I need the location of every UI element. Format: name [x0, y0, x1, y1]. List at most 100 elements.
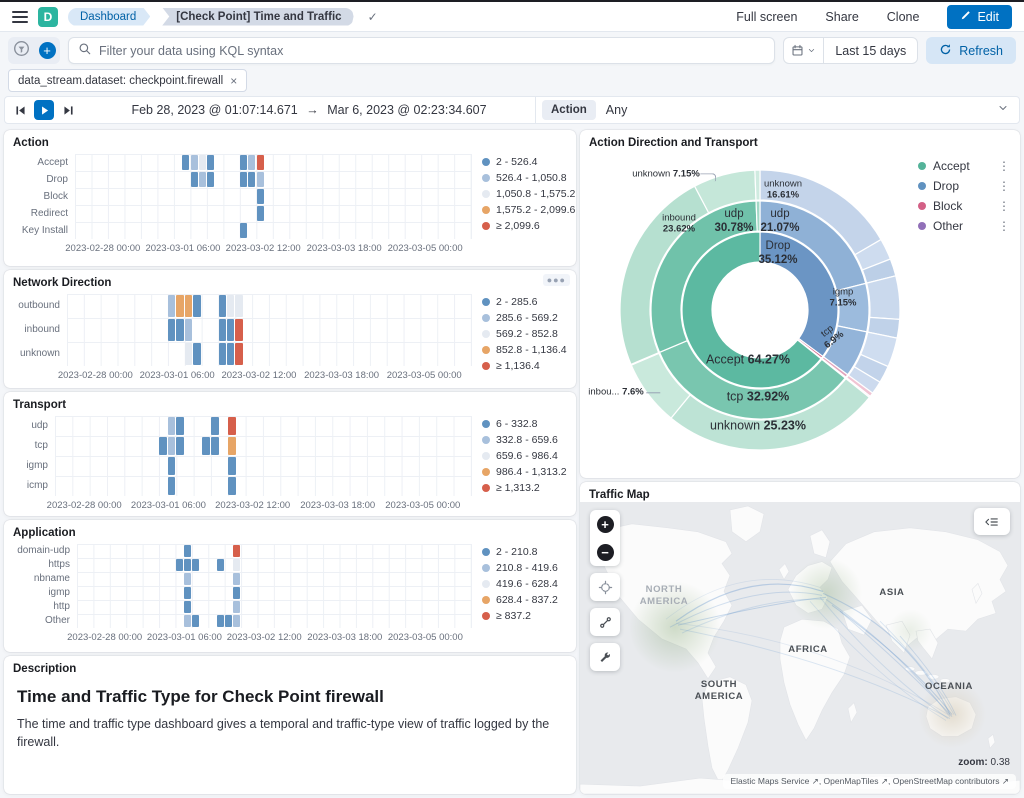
heatmap-cell[interactable] — [168, 319, 175, 341]
legend-item[interactable]: 2 - 526.4 — [482, 156, 567, 168]
heatmap-cell[interactable] — [184, 559, 191, 571]
heatmap-cell[interactable] — [185, 319, 192, 341]
application-heatmap[interactable]: domain-udphttpsnbnameigmphttpOther2023-0… — [13, 544, 567, 642]
legend-item[interactable]: 332.8 - 659.6 — [482, 434, 567, 446]
pie-legend-item[interactable]: Other⋮ — [918, 216, 1010, 236]
heatmap-cell[interactable] — [219, 343, 226, 365]
heatmap-cell[interactable] — [191, 155, 198, 170]
remove-filter-icon[interactable]: × — [230, 74, 237, 88]
heatmap-cell[interactable] — [211, 417, 219, 435]
heatmap-cell[interactable] — [168, 417, 176, 435]
heatmap-cell[interactable] — [227, 295, 234, 317]
breadcrumb-current-dashboard[interactable]: [Check Point] Time and Traffic — [162, 8, 353, 26]
heatmap-cell[interactable] — [257, 206, 264, 221]
heatmap-cell[interactable] — [217, 559, 224, 571]
heatmap-cell[interactable] — [225, 615, 232, 627]
legend-item-menu-icon[interactable]: ⋮ — [998, 179, 1010, 193]
legend-item[interactable]: 526.4 - 1,050.8 — [482, 172, 567, 184]
heatmap-cell[interactable] — [227, 343, 234, 365]
heatmap-cell[interactable] — [199, 172, 206, 187]
heatmap-cell[interactable] — [184, 573, 191, 585]
share-link[interactable]: Share — [825, 10, 858, 24]
legend-item-menu-icon[interactable]: ⋮ — [998, 199, 1010, 213]
heatmap-cell[interactable] — [168, 457, 176, 475]
heatmap-cell[interactable] — [233, 559, 240, 571]
heatmap-cell[interactable] — [159, 437, 167, 455]
heatmap-cell[interactable] — [207, 155, 214, 170]
legend-item[interactable]: 852.8 - 1,136.4 — [482, 344, 567, 356]
map-measure-icon[interactable] — [590, 608, 620, 636]
heatmap-cell[interactable] — [168, 437, 176, 455]
heatmap-cell[interactable] — [235, 343, 242, 365]
pie-legend-item[interactable]: Drop⋮ — [918, 176, 1010, 196]
heatmap-cell[interactable] — [176, 437, 184, 455]
legend-item-menu-icon[interactable]: ⋮ — [998, 159, 1010, 173]
legend-item[interactable]: 2 - 210.8 — [482, 546, 567, 558]
heatmap-cell[interactable] — [191, 172, 198, 187]
legend-item[interactable]: ≥ 1,313.2 — [482, 482, 567, 494]
heatmap-grid[interactable] — [67, 294, 472, 366]
sunburst-segment[interactable] — [756, 201, 760, 231]
heatmap-cell[interactable] — [184, 601, 191, 613]
heatmap-cell[interactable] — [184, 615, 191, 627]
map-tools-icon[interactable] — [590, 643, 620, 671]
heatmap-cell[interactable] — [192, 559, 199, 571]
heatmap-cell[interactable] — [257, 172, 264, 187]
legend-item[interactable]: 210.8 - 419.6 — [482, 562, 567, 574]
legend-item[interactable]: 569.2 - 852.8 — [482, 328, 567, 340]
heatmap-cell[interactable] — [257, 155, 264, 170]
heatmap-cell[interactable] — [219, 319, 226, 341]
world-map[interactable]: zoom: 0.38 Elastic Maps Service ↗, OpenM… — [580, 502, 1020, 794]
legend-item[interactable]: 2 - 285.6 — [482, 296, 567, 308]
heatmap-cell[interactable] — [228, 457, 236, 475]
heatmap-cell[interactable] — [233, 601, 240, 613]
heatmap-cell[interactable] — [233, 573, 240, 585]
heatmap-cell[interactable] — [207, 172, 214, 187]
map-set-view-icon[interactable] — [590, 573, 620, 601]
legend-item[interactable]: 6 - 332.8 — [482, 418, 567, 430]
action-filter-value[interactable]: Any — [606, 103, 628, 117]
sunburst-segment[interactable] — [755, 170, 760, 200]
heatmap-grid[interactable] — [55, 416, 472, 496]
heatmap-cell[interactable] — [176, 319, 183, 341]
legend-item[interactable]: 659.6 - 986.4 — [482, 450, 567, 462]
heatmap-cell[interactable] — [257, 189, 264, 204]
heatmap-cell[interactable] — [182, 155, 189, 170]
calendar-button[interactable] — [784, 38, 824, 63]
legend-item[interactable]: ≥ 1,136.4 — [482, 360, 567, 372]
heatmap-cell[interactable] — [228, 437, 236, 455]
full-screen-link[interactable]: Full screen — [736, 10, 797, 24]
heatmap-cell[interactable] — [233, 587, 240, 599]
network-direction-heatmap[interactable]: outboundinboundunknown2023-02-28 00:0020… — [13, 294, 567, 380]
heatmap-cell[interactable] — [185, 295, 192, 317]
heatmap-cell[interactable] — [240, 223, 247, 238]
kql-search-input[interactable]: Filter your data using KQL syntax — [68, 37, 775, 64]
heatmap-cell[interactable] — [240, 155, 247, 170]
heatmap-cell[interactable] — [248, 172, 255, 187]
heatmap-cell[interactable] — [184, 587, 191, 599]
chevron-down-icon[interactable] — [997, 101, 1009, 119]
heatmap-cell[interactable] — [199, 155, 206, 170]
legend-item-menu-icon[interactable]: ⋮ — [998, 219, 1010, 233]
heatmap-cell[interactable] — [176, 295, 183, 317]
heatmap-cell[interactable] — [185, 343, 192, 365]
heatmap-cell[interactable] — [202, 437, 210, 455]
step-backward-button[interactable] — [10, 100, 30, 120]
refresh-button[interactable]: Refresh — [926, 37, 1016, 64]
legend-item[interactable]: 986.4 - 1,313.2 — [482, 466, 567, 478]
heatmap-cell[interactable] — [193, 295, 200, 317]
heatmap-cell[interactable] — [211, 437, 219, 455]
heatmap-cell[interactable] — [227, 319, 234, 341]
time-range-value[interactable]: Last 15 days — [824, 44, 917, 58]
heatmap-cell[interactable] — [193, 343, 200, 365]
step-forward-button[interactable] — [58, 100, 78, 120]
legend-item[interactable]: 285.6 - 569.2 — [482, 312, 567, 324]
heatmap-grid[interactable] — [75, 154, 472, 239]
heatmap-cell[interactable] — [217, 615, 224, 627]
play-button[interactable] — [34, 100, 54, 120]
heatmap-cell[interactable] — [248, 155, 255, 170]
time-picker[interactable]: Last 15 days — [783, 37, 918, 64]
add-filter-icon[interactable]: + — [39, 42, 56, 59]
heatmap-grid[interactable] — [77, 544, 472, 628]
legend-item[interactable]: ≥ 2,099.6 — [482, 220, 567, 232]
